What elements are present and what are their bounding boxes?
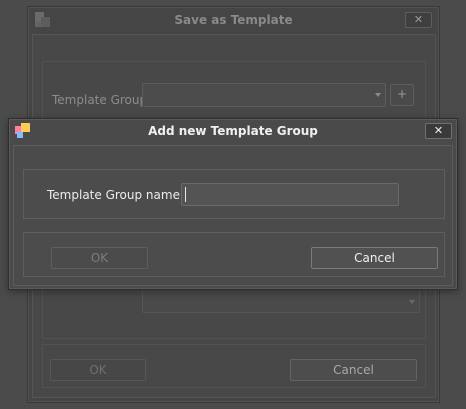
add-template-group-button[interactable]: + — [390, 84, 414, 106]
chevron-down-icon — [409, 300, 415, 304]
dialog-close-button[interactable]: ✕ — [425, 123, 452, 139]
template-group-label: Template Group — [52, 93, 148, 107]
plus-icon: + — [396, 87, 408, 101]
cancel-button[interactable]: Cancel — [290, 359, 417, 381]
dialog-ok-button[interactable]: OK — [51, 247, 148, 269]
close-icon: ✕ — [413, 13, 424, 26]
add-template-group-dialog: Add new Template Group ✕ Template Group … — [8, 118, 458, 290]
template-group-name-label: Template Group name — [47, 188, 180, 202]
template-group-select[interactable] — [142, 83, 386, 107]
close-icon: ✕ — [433, 124, 444, 137]
save-as-template-titlebar: Save as Template ✕ — [28, 7, 439, 33]
secondary-select[interactable] — [142, 289, 420, 313]
template-group-name-input[interactable] — [181, 183, 399, 206]
ok-button[interactable]: OK — [50, 359, 146, 381]
close-button[interactable]: ✕ — [405, 12, 432, 28]
dialog-cancel-button[interactable]: Cancel — [311, 247, 438, 269]
window-title: Save as Template — [174, 13, 293, 27]
dialog-title: Add new Template Group — [148, 124, 318, 138]
chevron-down-icon — [375, 93, 381, 97]
text-cursor — [185, 187, 186, 202]
dialog-titlebar: Add new Template Group ✕ — [9, 119, 457, 143]
